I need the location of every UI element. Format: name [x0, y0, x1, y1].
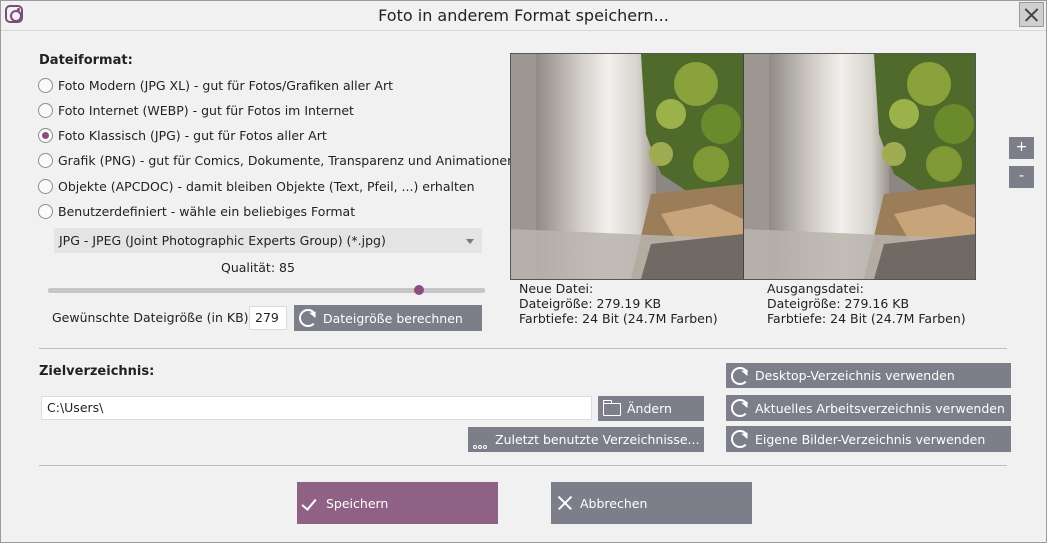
radio-label: Grafik (PNG) - gut für Comics, Dokumente… [58, 152, 515, 168]
source-file-depth: Farbtiefe: 24 Bit (24.7M Farben) [767, 311, 966, 326]
refresh-icon [731, 430, 749, 448]
recent-folders-label: Zuletzt benutzte Verzeichnisse... [495, 432, 700, 447]
save-label: Speichern [326, 495, 389, 511]
quality-slider-thumb[interactable] [414, 285, 425, 295]
filesize-input[interactable]: 279 [249, 306, 287, 330]
radio-button[interactable] [38, 203, 53, 219]
target-path-input[interactable]: C:\Users\ [41, 396, 592, 420]
refresh-icon [731, 399, 749, 417]
radio-custom[interactable]: Benutzerdefiniert - wähle ein beliebiges… [38, 202, 355, 220]
radio-label: Foto Internet (WEBP) - gut für Fotos im … [58, 102, 354, 118]
format-heading: Dateiformat: [39, 53, 133, 68]
divider [39, 348, 1007, 349]
cancel-button[interactable]: Abbrechen [551, 482, 752, 524]
radio-button[interactable] [38, 102, 53, 118]
more-dots-icon [473, 431, 489, 449]
calc-filesize-button[interactable]: Dateigröße berechnen [294, 305, 482, 331]
chevron-down-icon [466, 239, 474, 244]
radio-png[interactable]: Grafik (PNG) - gut für Comics, Dokumente… [38, 151, 515, 169]
radio-label: Objekte (APCDOC) - damit bleiben Objekte… [58, 178, 475, 194]
radio-label: Foto Klassisch (JPG) - gut für Fotos all… [58, 127, 327, 143]
preview-panel [510, 53, 976, 280]
pictures-folder-button[interactable]: Eigene Bilder-Verzeichnis verwenden [726, 426, 1011, 452]
filesize-label: Gewünschte Dateigröße (in KB): [52, 310, 253, 325]
source-file-heading: Ausgangsdatei: [767, 281, 864, 296]
new-file-size: Dateigröße: 279.19 KB [519, 296, 662, 311]
radio-label: Foto Modern (JPG XL) - gut für Fotos/Gra… [58, 77, 393, 93]
zoom-in-button[interactable]: + [1009, 137, 1034, 159]
check-icon [302, 494, 320, 512]
target-heading: Zielverzeichnis: [39, 364, 155, 379]
quality-readout: Qualität: 85 [221, 260, 295, 275]
new-file-heading: Neue Datei: [519, 281, 594, 296]
preview-new-image [511, 54, 743, 279]
calc-filesize-label: Dateigröße berechnen [323, 310, 463, 326]
desktop-folder-button[interactable]: Desktop-Verzeichnis verwenden [726, 363, 1011, 388]
close-button[interactable] [1019, 2, 1044, 27]
refresh-icon [731, 366, 749, 385]
zoom-out-button[interactable]: - [1009, 166, 1034, 188]
pictures-folder-label: Eigene Bilder-Verzeichnis verwenden [755, 431, 986, 447]
radio-label: Benutzerdefiniert - wähle ein beliebiges… [58, 203, 356, 219]
cancel-label: Abbrechen [580, 495, 648, 511]
dialog-window: Foto in anderem Format speichern... Date… [0, 0, 1047, 543]
preview-source-image [743, 54, 975, 279]
radio-button-checked[interactable] [38, 127, 53, 143]
save-button[interactable]: Speichern [297, 482, 498, 524]
change-folder-button[interactable]: Ändern [598, 396, 704, 421]
radio-jpg-xl[interactable]: Foto Modern (JPG XL) - gut für Fotos/Gra… [38, 76, 393, 94]
workdir-folder-button[interactable]: Aktuelles Arbeitsverzeichnis verwenden [726, 395, 1011, 421]
quality-value: 85 [279, 260, 295, 275]
radio-button[interactable] [38, 152, 53, 168]
radio-jpg[interactable]: Foto Klassisch (JPG) - gut für Fotos all… [38, 126, 327, 144]
source-file-size: Dateigröße: 279.16 KB [767, 296, 910, 311]
refresh-icon [299, 309, 317, 327]
radio-button[interactable] [38, 178, 53, 194]
new-file-info: Neue Datei: Dateigröße: 279.19 KB Farbti… [519, 281, 718, 326]
window-title: Foto in anderem Format speichern... [378, 6, 669, 25]
source-file-info: Ausgangsdatei: Dateigröße: 279.16 KB Far… [767, 281, 966, 326]
workdir-folder-label: Aktuelles Arbeitsverzeichnis verwenden [755, 400, 1005, 416]
radio-apcdoc[interactable]: Objekte (APCDOC) - damit bleiben Objekte… [38, 177, 475, 195]
format-select[interactable]: JPG - JPEG (Joint Photographic Experts G… [54, 228, 482, 253]
format-select-value: JPG - JPEG (Joint Photographic Experts G… [59, 233, 386, 248]
radio-webp[interactable]: Foto Internet (WEBP) - gut für Fotos im … [38, 101, 354, 119]
desktop-folder-label: Desktop-Verzeichnis verwenden [755, 368, 955, 383]
close-icon [556, 494, 574, 512]
new-file-depth: Farbtiefe: 24 Bit (24.7M Farben) [519, 311, 718, 326]
waterfall-image [744, 54, 975, 279]
title-bar: Foto in anderem Format speichern... [1, 1, 1046, 31]
folder-icon [602, 400, 621, 416]
change-folder-label: Ändern [627, 401, 672, 416]
waterfall-image [511, 54, 743, 279]
radio-button[interactable] [38, 77, 53, 93]
divider [39, 465, 1007, 466]
quality-label: Qualität: [221, 260, 276, 275]
recent-folders-button[interactable]: Zuletzt benutzte Verzeichnisse... [468, 427, 704, 452]
